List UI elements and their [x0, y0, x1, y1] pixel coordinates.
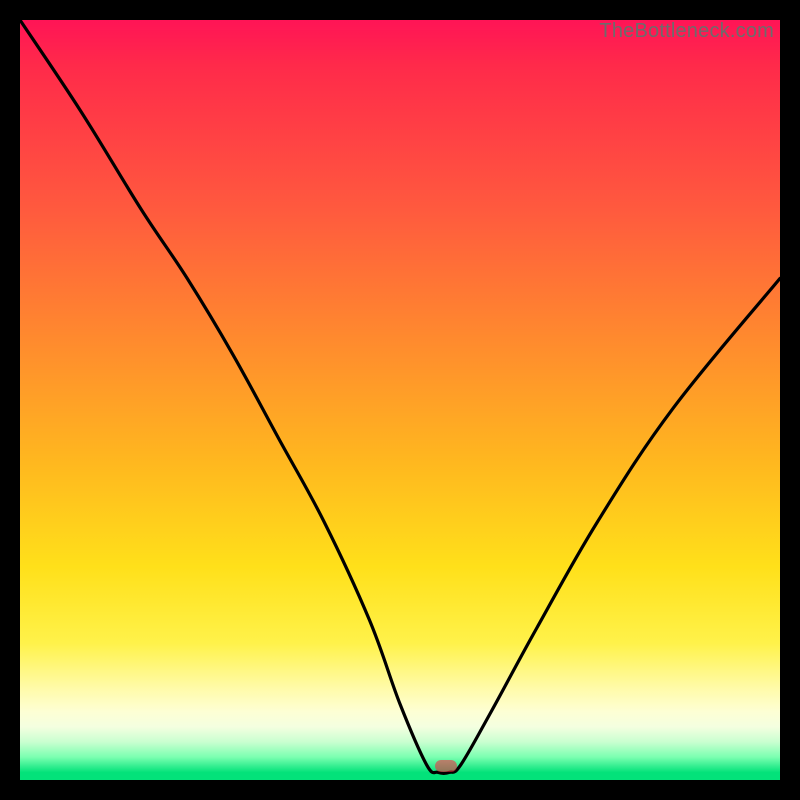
optimum-marker: [435, 760, 457, 772]
chart-frame: TheBottleneck.com: [20, 20, 780, 780]
bottleneck-curve: [20, 20, 780, 780]
watermark-text: TheBottleneck.com: [599, 20, 774, 43]
plot-area: [20, 20, 780, 780]
